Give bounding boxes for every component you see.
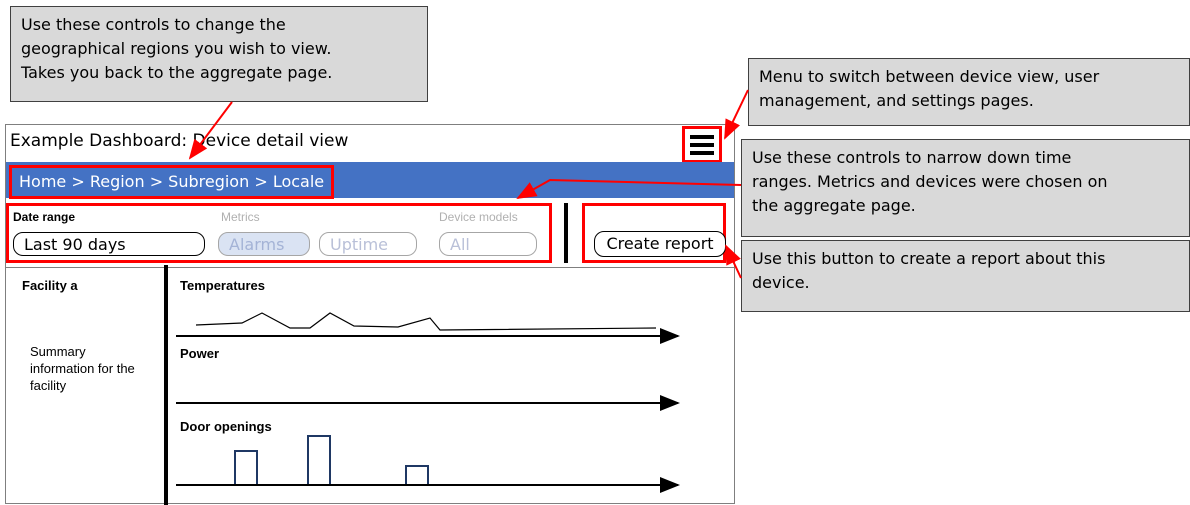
callout-connectors	[188, 89, 749, 279]
connector-menu	[724, 89, 749, 140]
connector-report	[725, 244, 742, 279]
connector-time	[516, 178, 742, 199]
connector-regions	[188, 101, 233, 160]
